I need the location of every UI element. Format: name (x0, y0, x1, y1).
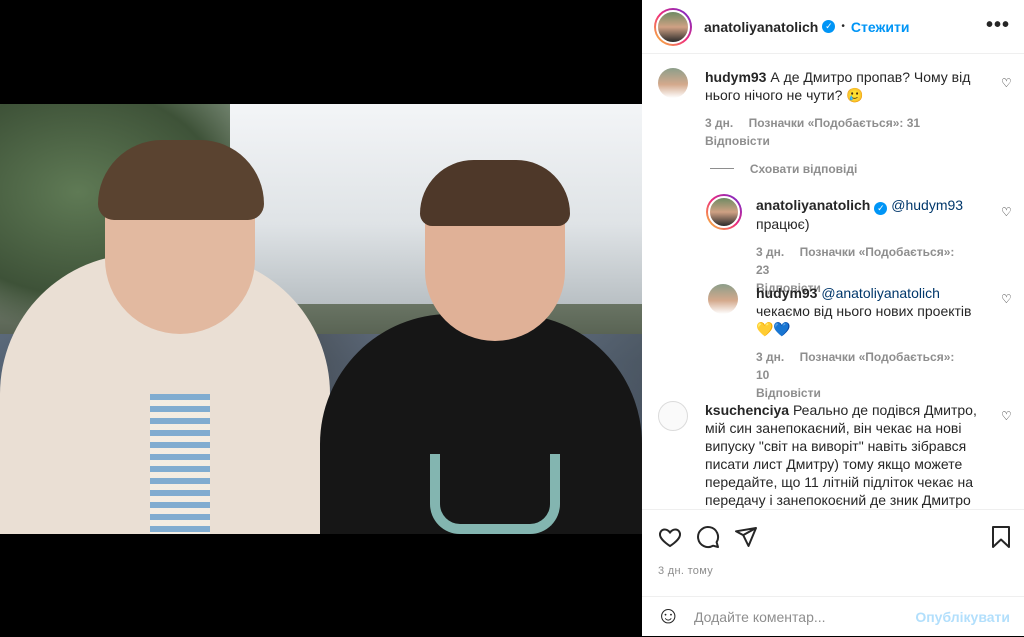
commenter-avatar[interactable] (658, 401, 688, 431)
reply-like-heart-icon[interactable]: ♡ (1001, 292, 1012, 306)
comment-like-heart-icon[interactable]: ♡ (1001, 409, 1012, 423)
add-comment-input[interactable] (694, 605, 914, 629)
replier-avatar[interactable] (708, 284, 738, 314)
publish-button[interactable]: Опублікувати (915, 609, 1010, 625)
reply-username[interactable]: anatoliyanatolich (756, 197, 870, 213)
post-photo[interactable] (0, 104, 642, 534)
comments-list[interactable]: hudym93 А де Дмитро пропав? Чому від ньо… (642, 54, 1024, 509)
reply-mention[interactable]: @anatoliyanatolich (821, 285, 940, 301)
reply-username[interactable]: hudym93 (756, 285, 817, 301)
comment-likes[interactable]: Позначки «Подобається»: 31 (749, 116, 920, 130)
reply-like-heart-icon[interactable]: ♡ (1001, 205, 1012, 219)
replier-avatar[interactable] (706, 194, 742, 230)
save-bookmark-icon[interactable] (990, 525, 1012, 549)
comment-like-heart-icon[interactable]: ♡ (1001, 76, 1012, 90)
reply-button[interactable]: Відповісти (705, 134, 770, 148)
separator-dot: • (841, 21, 845, 32)
hide-replies-line (710, 168, 734, 169)
reply-time[interactable]: 3 дн. (756, 245, 784, 259)
post-timestamp[interactable]: 3 дн. тому (658, 565, 713, 577)
comment-bubble-icon[interactable] (696, 525, 720, 549)
author-avatar[interactable] (654, 7, 692, 46)
add-comment-bar: ☺ Опублікувати (642, 596, 1024, 637)
hide-replies-toggle[interactable]: Сховати відповіді (710, 160, 857, 176)
share-paper-plane-icon[interactable] (734, 525, 758, 549)
post-header: anatoliyanatolich ✓ • Стежити ••• (642, 0, 1024, 54)
reply-text: працює) (756, 216, 810, 232)
photo-trident-print (430, 454, 560, 534)
reply-mention[interactable]: @hudym93 (891, 197, 963, 213)
more-options-icon[interactable]: ••• (986, 14, 1010, 37)
post-media-panel (0, 0, 642, 636)
photo-person-right-hair (420, 160, 570, 226)
hide-replies-label: Сховати відповіді (749, 162, 858, 176)
post-actions: 3 дн. тому ☺ Опублікувати (642, 509, 1024, 636)
verified-badge-icon: ✓ (874, 202, 888, 215)
reply-time[interactable]: 3 дн. (756, 350, 784, 364)
like-heart-icon[interactable] (658, 525, 682, 549)
reply-likes[interactable]: Позначки «Подобається»: 10 (756, 350, 954, 382)
post-side-panel: anatoliyanatolich ✓ • Стежити ••• hudym9… (642, 0, 1024, 636)
commenter-avatar[interactable] (658, 68, 688, 98)
reply-likes[interactable]: Позначки «Подобається»: 23 (756, 245, 954, 277)
comment-username[interactable]: hudym93 (705, 69, 766, 85)
reply-button[interactable]: Відповісти (756, 386, 821, 400)
emoji-icon[interactable]: ☺ (656, 603, 681, 629)
comment-time[interactable]: 3 дн. (705, 116, 733, 130)
reply-text: чекаємо від нього нових проектів 💛💙 (756, 303, 972, 337)
photo-embroidery (150, 394, 210, 534)
verified-badge-icon: ✓ (822, 20, 836, 33)
author-username[interactable]: anatoliyanatolich (704, 19, 818, 35)
follow-button[interactable]: Стежити (851, 19, 910, 35)
comment-username[interactable]: ksuchenciya (705, 402, 789, 418)
